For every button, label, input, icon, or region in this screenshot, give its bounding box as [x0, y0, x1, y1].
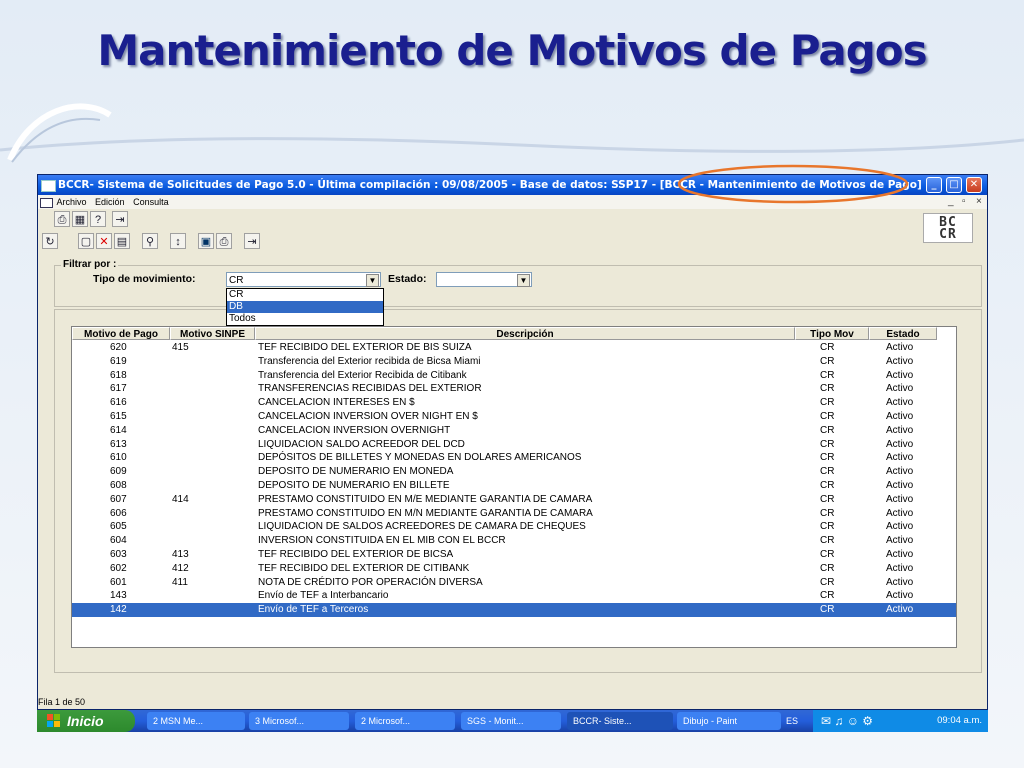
- system-tray: ✉ ♫ ☺ ⚙ 09:04 a.m.: [813, 710, 988, 732]
- start-button[interactable]: Inicio: [37, 710, 135, 732]
- clock: 09:04 a.m.: [937, 715, 982, 726]
- task-sgs[interactable]: SGS - Monit...: [461, 712, 561, 730]
- task-microsoft-3[interactable]: 3 Microsof...: [249, 712, 349, 730]
- dropdown-option-db[interactable]: DB: [227, 301, 383, 313]
- dropdown-option-cr[interactable]: CR: [227, 289, 383, 301]
- taskbar: Inicio 2 MSN Me... 3 Microsof... 2 Micro…: [37, 710, 988, 732]
- start-label: Inicio: [67, 713, 104, 729]
- dropdown-option-todos[interactable]: Todos: [227, 313, 383, 325]
- tray-icons[interactable]: ✉ ♫ ☺ ⚙: [821, 710, 873, 732]
- windows-flag-icon: [47, 714, 60, 727]
- language-indicator[interactable]: ES: [786, 710, 798, 732]
- task-microsoft-2[interactable]: 2 Microsof...: [355, 712, 455, 730]
- task-paint[interactable]: Dibujo - Paint: [677, 712, 781, 730]
- task-bccr[interactable]: BCCR- Siste...: [567, 712, 673, 730]
- tipo-movimiento-dropdown: CR DB Todos: [226, 288, 384, 326]
- highlight-ellipse: [677, 164, 909, 204]
- task-msn[interactable]: 2 MSN Me...: [147, 712, 245, 730]
